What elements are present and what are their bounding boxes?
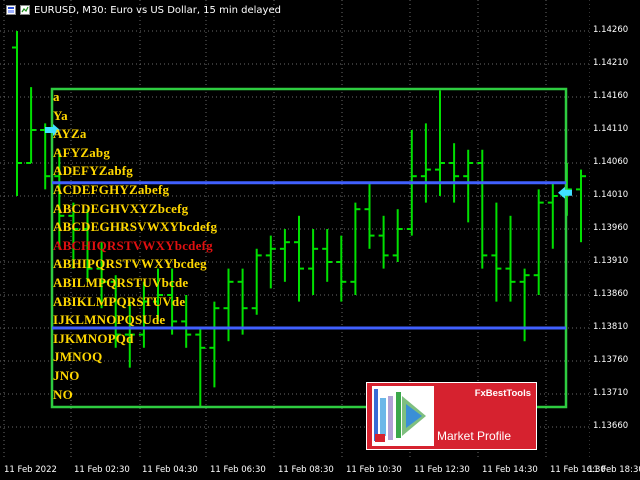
price-label: 1.13910 (593, 256, 629, 266)
time-label: 11 Feb 18:30 (588, 465, 640, 475)
time-label: 11 Feb 06:30 (210, 465, 266, 475)
market-profile-tpo: a Ya AYZa AFYZabg ADEFYZabfg ACDEFGHYZabefg AB… (53, 89, 573, 409)
poc-tpo-row: ABCHIQRSTVWXYbcdefg (53, 237, 213, 253)
tpo-row: IJKLMNOPQSUde (53, 312, 166, 328)
time-label: 11 Feb 2022 (4, 465, 57, 475)
price-label: 1.14010 (593, 190, 629, 200)
tpo-row: AYZa (53, 126, 87, 142)
price-label: 1.13760 (593, 355, 629, 365)
chart-header: EURUSD, M30: Euro vs US Dollar, 15 min d… (6, 3, 281, 17)
time-label: 11 Feb 04:30 (142, 465, 198, 475)
promo-brand: FxBestTools (474, 388, 531, 399)
tpo-row: ABILMPQRSTUVbcde (53, 275, 189, 290)
price-label: 1.14210 (593, 58, 629, 68)
price-axis[interactable]: 1.14260 1.14210 1.14160 1.14110 1.14060 1.140… (590, 0, 640, 460)
tpo-row: IJKMNOPQd (53, 330, 134, 346)
tpo-row: Ya (53, 107, 68, 123)
promo-banner[interactable]: FxBestTools Market Profile (366, 382, 537, 450)
tpo-row: JMNOQ (53, 349, 103, 365)
tpo-row: ABHIPQRSTVWXYbcdeg (53, 256, 207, 272)
chart-window-icon[interactable] (6, 5, 16, 15)
price-label: 1.13810 (593, 322, 629, 332)
tpo-row: ABCDEGHVXYZbcefg (53, 200, 189, 216)
time-label: 11 Feb 14:30 (482, 465, 538, 475)
delayed-quotes-icon[interactable] (20, 5, 30, 15)
tpo-row: ABIKLMPQRSTUVde (53, 293, 186, 309)
price-label: 1.13960 (593, 223, 629, 233)
tpo-row: ABCDEGHRSVWXYbcdefg (53, 219, 218, 235)
promo-title: Market Profile (437, 429, 512, 443)
price-label: 1.13710 (593, 388, 629, 398)
price-label: 1.14160 (593, 91, 629, 101)
price-label: 1.14060 (593, 157, 629, 167)
tpo-row: JNO (53, 368, 80, 383)
time-label: 11 Feb 02:30 (74, 465, 130, 475)
price-label: 1.14260 (593, 25, 629, 35)
time-label: 11 Feb 10:30 (346, 465, 402, 475)
time-label: 11 Feb 08:30 (278, 465, 334, 475)
time-axis[interactable]: 11 Feb 2022 11 Feb 02:30 11 Feb 04:30 11 Fe… (0, 460, 640, 480)
time-label: 11 Feb 12:30 (414, 465, 470, 475)
price-label: 1.13660 (593, 421, 629, 431)
tpo-row: NO (53, 386, 73, 402)
tpo-row: AFYZabg (53, 144, 111, 160)
price-label: 1.13860 (593, 289, 629, 299)
tpo-row: ACDEFGHYZabefg (53, 182, 170, 197)
tpo-row: ADEFYZabfg (53, 163, 134, 179)
market-profile-logo-icon (372, 386, 434, 446)
chart-title: EURUSD, M30: Euro vs US Dollar, 15 min d… (34, 4, 281, 16)
price-label: 1.14110 (593, 124, 629, 134)
tpo-row: a (53, 89, 60, 104)
